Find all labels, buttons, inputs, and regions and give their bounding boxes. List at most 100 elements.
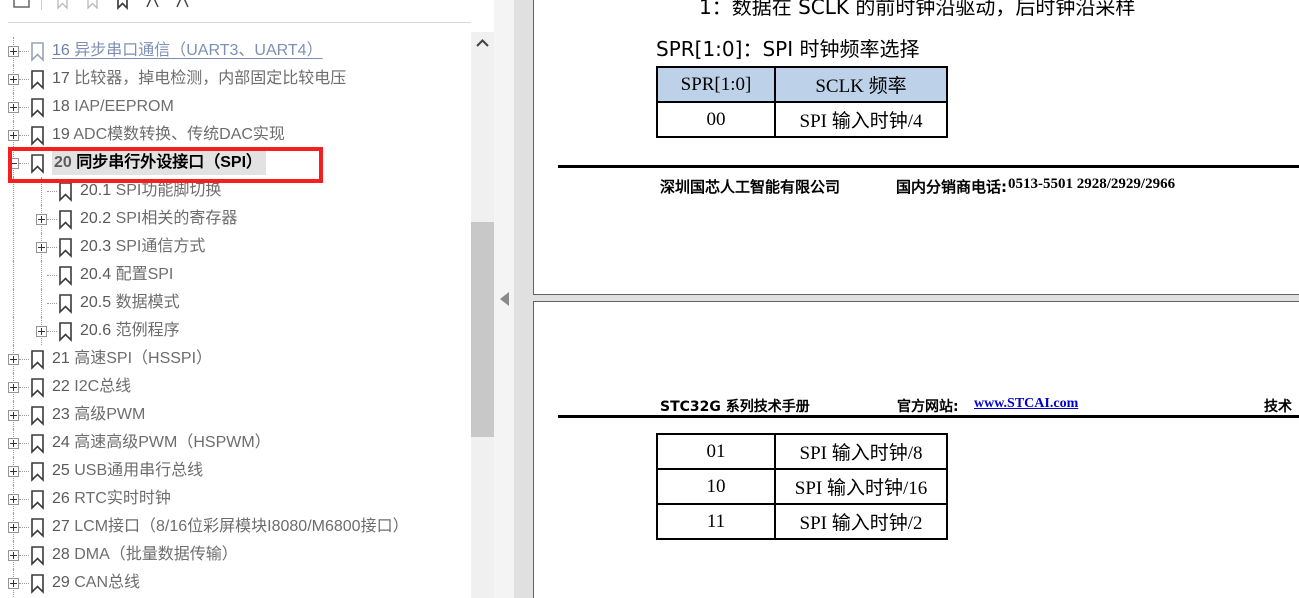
bookmark-item-20-3[interactable]: 20.3 SPI通信方式 <box>0 233 471 261</box>
expand-toggle-icon[interactable] <box>8 409 19 421</box>
bookmark-item-27[interactable]: 27 LCM接口（8/16位彩屏模块I8080/M6800接口） <box>0 513 471 541</box>
bookmark-number: 20.6 <box>80 322 112 339</box>
page2-official-website-link[interactable]: www.STCAI.com <box>974 396 1078 412</box>
expand-toggle-icon[interactable] <box>8 101 19 113</box>
bookmark-icon <box>31 545 44 566</box>
bookmark-label[interactable]: 22 I2C总线 <box>52 377 131 397</box>
expand-toggle-icon[interactable] <box>8 493 19 505</box>
expand-toggle-icon[interactable] <box>36 241 47 253</box>
document-viewport[interactable]: 1：数据在 SCLK 的前时钟沿驱动，后时钟沿采样 SPR[1:0]：SPI 时… <box>514 0 1299 598</box>
expand-toggle-icon[interactable] <box>8 549 19 561</box>
expand-toggle-icon[interactable] <box>8 577 19 589</box>
tree-trunk-line <box>13 317 14 345</box>
expand-toggle-icon[interactable] <box>8 437 19 449</box>
table-cell: SPI 输入时钟/2 <box>774 503 948 540</box>
bookmark-item-28[interactable]: 28 DMA（批量数据传输） <box>0 541 471 569</box>
bookmark-title: 比较器，掉电检测，内部固定比较电压 <box>69 70 347 87</box>
new-bookmark-icon[interactable] <box>6 0 36 14</box>
expand-toggle-icon[interactable] <box>8 521 19 533</box>
bookmark-item-20-4[interactable]: 20.4 配置SPI <box>0 261 471 289</box>
tree-elbow-line <box>19 50 29 52</box>
scrollbar-thumb[interactable] <box>471 222 494 437</box>
table-cell: SPI 输入时钟/8 <box>774 433 948 470</box>
bookmark-icon <box>31 461 44 482</box>
bookmark-outline-2-icon[interactable] <box>77 0 107 14</box>
bookmark-item-21[interactable]: 21 高速SPI（HSSPI） <box>0 345 471 373</box>
bookmark-item-23[interactable]: 23 高级PWM <box>0 401 471 429</box>
bookmark-title: ADC模数转换、传统DAC实现 <box>69 126 285 143</box>
tree-trunk-line <box>41 261 42 289</box>
collapse-toggle-icon[interactable] <box>8 157 19 169</box>
bookmark-icon <box>31 349 44 370</box>
bookmark-label[interactable]: 20.3 SPI通信方式 <box>80 237 205 257</box>
bookmark-label[interactable]: 18 IAP/EEPROM <box>52 97 174 117</box>
bookmark-scrollbar[interactable] <box>471 0 494 598</box>
bookmark-label[interactable]: 20.1 SPI功能脚切换 <box>80 181 221 201</box>
collapse-all-icon[interactable] <box>167 0 197 14</box>
scrollbar-up-arrow[interactable] <box>471 32 494 54</box>
bookmark-label[interactable]: 20.2 SPI相关的寄存器 <box>80 209 237 229</box>
bookmark-item-20-1[interactable]: 20.1 SPI功能脚切换 <box>0 177 471 205</box>
bookmark-icon <box>59 181 72 202</box>
bookmark-item-20[interactable]: 20 同步串行外设接口（SPI） <box>0 149 471 177</box>
chevron-left-icon <box>499 292 509 306</box>
expand-all-icon[interactable] <box>137 0 167 14</box>
bookmark-item-18[interactable]: 18 IAP/EEPROM <box>0 93 471 121</box>
scrollbar-track-top <box>471 0 494 32</box>
expand-toggle-icon[interactable] <box>36 325 47 337</box>
tree-elbow-line <box>47 330 57 332</box>
bookmark-filled-icon[interactable] <box>107 0 137 14</box>
bookmark-label[interactable]: 23 高级PWM <box>52 405 145 425</box>
tree-elbow-line <box>47 190 57 192</box>
bookmark-label[interactable]: 17 比较器，掉电检测，内部固定比较电压 <box>52 69 346 89</box>
bookmark-item-25[interactable]: 25 USB通用串行总线 <box>0 457 471 485</box>
bookmark-label[interactable]: 24 高速高级PWM（HSPWM） <box>52 433 271 453</box>
tree-elbow-line <box>19 498 29 500</box>
expand-toggle-icon[interactable] <box>36 213 47 225</box>
bookmark-item-20-2[interactable]: 20.2 SPI相关的寄存器 <box>0 205 471 233</box>
page2-header-left: STC32G 系列技术手册 <box>660 399 810 415</box>
table-cell: 10 <box>656 468 776 505</box>
bookmark-label[interactable]: 16 异步串口通信（UART3、UART4） <box>52 41 323 61</box>
bookmark-item-24[interactable]: 24 高速高级PWM（HSPWM） <box>0 429 471 457</box>
bookmark-number: 28 <box>52 546 70 563</box>
bookmark-label[interactable]: 21 高速SPI（HSSPI） <box>52 349 212 369</box>
bookmark-label[interactable]: 28 DMA（批量数据传输） <box>52 545 238 565</box>
page1-line-2: SPR[1:0]：SPI 时钟频率选择 <box>656 37 920 61</box>
expand-toggle-icon[interactable] <box>8 353 19 365</box>
expand-toggle-icon[interactable] <box>8 45 19 57</box>
bookmark-label[interactable]: 20.6 范例程序 <box>80 321 180 341</box>
bookmark-number: 19 <box>52 126 70 143</box>
bookmark-label[interactable]: 26 RTC实时时钟 <box>52 489 171 509</box>
bookmark-label[interactable]: 25 USB通用串行总线 <box>52 461 203 481</box>
bookmark-outline-icon[interactable] <box>47 0 77 14</box>
bookmark-label[interactable]: 29 CAN总线 <box>52 573 140 593</box>
bookmark-label[interactable]: 20.5 数据模式 <box>80 293 180 313</box>
bookmark-title: SPI相关的寄存器 <box>111 210 238 227</box>
bookmark-number: 20.1 <box>80 182 112 199</box>
bookmark-tree[interactable]: 16 异步串口通信（UART3、UART4） 17 比较器，掉电检测，内部固定比较… <box>0 30 471 598</box>
bookmark-title: 同步串行外设接口（SPI） <box>71 154 263 171</box>
bookmark-item-29[interactable]: 29 CAN总线 <box>0 569 471 597</box>
bookmark-item-20-5[interactable]: 20.5 数据模式 <box>0 289 471 317</box>
bookmark-item-22[interactable]: 22 I2C总线 <box>0 373 471 401</box>
bookmark-title: 范例程序 <box>111 322 180 339</box>
bookmark-title: 高速SPI（HSSPI） <box>69 350 213 367</box>
bookmark-label[interactable]: 27 LCM接口（8/16位彩屏模块I8080/M6800接口） <box>52 517 409 537</box>
bookmark-item-17[interactable]: 17 比较器，掉电检测，内部固定比较电压 <box>0 65 471 93</box>
bookmark-icon <box>31 489 44 510</box>
bookmark-label[interactable]: 20.4 配置SPI <box>80 265 173 285</box>
expand-toggle-icon[interactable] <box>8 73 19 85</box>
bookmark-item-16[interactable]: 16 异步串口通信（UART3、UART4） <box>0 37 471 65</box>
bookmark-label[interactable]: 20 同步串行外设接口（SPI） <box>52 151 267 175</box>
expand-toggle-icon[interactable] <box>8 465 19 477</box>
expand-toggle-icon[interactable] <box>8 381 19 393</box>
bookmark-item-26[interactable]: 26 RTC实时时钟 <box>0 485 471 513</box>
bookmark-label[interactable]: 19 ADC模数转换、传统DAC实现 <box>52 125 285 145</box>
panel-collapse-handle[interactable] <box>494 0 514 598</box>
page2-header-rule <box>558 415 1299 418</box>
table-cell: SPI 输入时钟/16 <box>774 468 948 505</box>
bookmark-item-20-6[interactable]: 20.6 范例程序 <box>0 317 471 345</box>
expand-toggle-icon[interactable] <box>8 129 19 141</box>
bookmark-item-19[interactable]: 19 ADC模数转换、传统DAC实现 <box>0 121 471 149</box>
